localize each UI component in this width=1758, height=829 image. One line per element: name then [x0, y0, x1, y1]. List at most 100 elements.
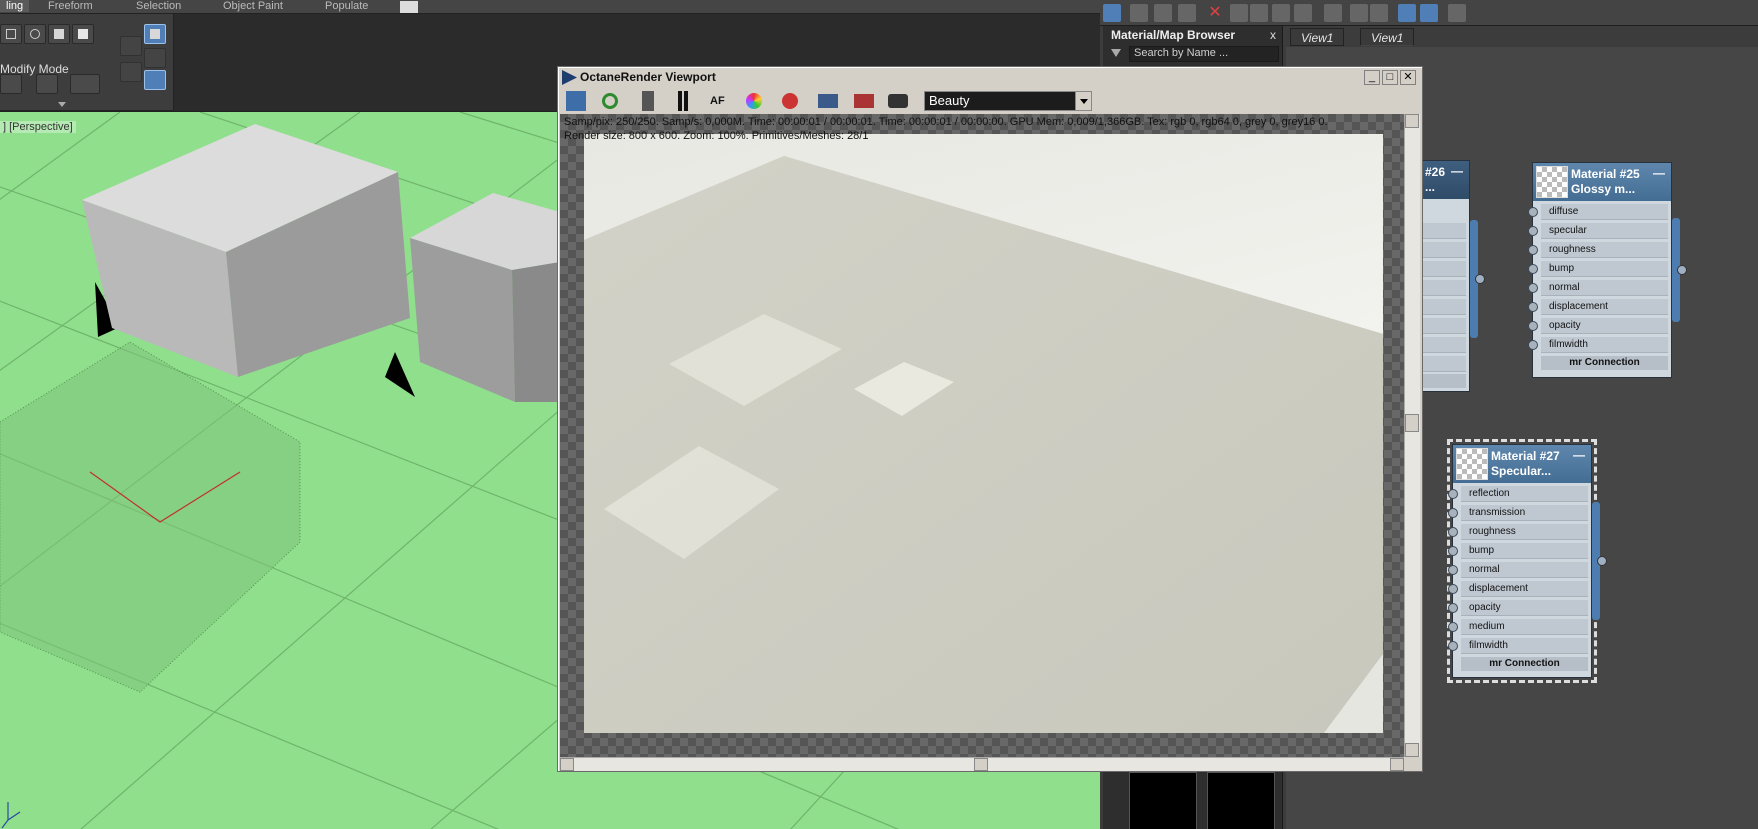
slot-reflection[interactable]: reflection	[1461, 486, 1588, 502]
vertical-scrollbar[interactable]	[1404, 114, 1420, 757]
minimize-button[interactable]: _	[1364, 70, 1380, 85]
input-pin-roughness[interactable]	[1448, 527, 1458, 537]
input-pin-opacity[interactable]	[1448, 603, 1458, 613]
color-picker-icon[interactable]	[746, 93, 762, 109]
autofocus-icon[interactable]: AF	[710, 91, 730, 111]
collapse-button[interactable]	[120, 62, 142, 82]
toggle-parameters-icon[interactable]	[1420, 4, 1438, 22]
node-footer[interactable]: mr Connection	[1461, 657, 1588, 671]
options-icon[interactable]	[1448, 4, 1466, 22]
expand-arrow-icon[interactable]	[58, 102, 66, 107]
assign-material-icon[interactable]	[1178, 4, 1196, 22]
slot-opacity[interactable]: opacity	[1541, 318, 1668, 334]
checker-icon[interactable]	[1294, 4, 1312, 22]
layout-horizontal-icon[interactable]	[1370, 4, 1388, 22]
move-children-icon[interactable]	[1154, 4, 1172, 22]
pause-icon-left[interactable]	[678, 91, 682, 111]
show-end-result-button[interactable]	[144, 70, 166, 90]
viewport-label[interactable]: ] [Perspective]	[0, 121, 76, 133]
send-scene-icon[interactable]	[566, 91, 586, 111]
subobject-edge-button[interactable]	[36, 74, 58, 94]
slot-displacement[interactable]: displacement	[1541, 299, 1668, 315]
slot-filmwidth[interactable]: filmwidth	[1541, 337, 1668, 353]
tab-view1-second[interactable]: View1	[1360, 28, 1415, 46]
input-pin-normal[interactable]	[1448, 565, 1458, 575]
layout-children-icon[interactable]	[1230, 4, 1248, 22]
input-pin-medium[interactable]	[1448, 622, 1458, 632]
input-pin-transmission[interactable]	[1448, 508, 1458, 518]
node-minimize-button[interactable]: —	[1573, 448, 1585, 462]
input-pin-displacement[interactable]	[1528, 302, 1538, 312]
input-pin-bump[interactable]	[1448, 546, 1458, 556]
film-icon[interactable]	[854, 94, 874, 108]
subobject-border-button[interactable]	[70, 74, 100, 94]
node-minimize-button[interactable]: —	[1451, 164, 1463, 178]
slot-roughness[interactable]: roughness	[1541, 242, 1668, 258]
input-pin-bump[interactable]	[1528, 264, 1538, 274]
node-25-output-pin[interactable]	[1677, 265, 1687, 275]
input-pin-filmwidth[interactable]	[1448, 641, 1458, 651]
slot-normal[interactable]: normal	[1461, 562, 1588, 578]
preview-icon[interactable]	[1324, 4, 1342, 22]
slot-medium[interactable]: medium	[1461, 619, 1588, 635]
pick-material-icon[interactable]	[1130, 4, 1148, 22]
input-pin-displacement[interactable]	[1448, 584, 1458, 594]
display-icon[interactable]	[818, 94, 838, 108]
modifier-toggle-button[interactable]	[144, 24, 166, 44]
browser-search-input[interactable]: Search by Name ...	[1129, 46, 1279, 62]
input-pin-reflection[interactable]	[1448, 489, 1458, 499]
input-pin-filmwidth[interactable]	[1528, 340, 1538, 350]
chevron-down-icon[interactable]	[1075, 92, 1091, 110]
slot-roughness[interactable]: roughness	[1461, 524, 1588, 540]
node-footer[interactable]: mr Connection	[1541, 356, 1668, 370]
select-tool-icon[interactable]	[1103, 4, 1121, 22]
slot-filmwidth[interactable]: filmwidth	[1461, 638, 1588, 654]
input-pin-diffuse[interactable]	[1528, 207, 1538, 217]
slot-opacity[interactable]: opacity	[1461, 600, 1588, 616]
loop-tool-button[interactable]	[24, 24, 46, 44]
maximize-button[interactable]: □	[1382, 70, 1398, 85]
node-26-output-pin[interactable]	[1475, 274, 1485, 284]
slot-normal[interactable]: normal	[1541, 280, 1668, 296]
scroll-down-button[interactable]	[1405, 743, 1419, 757]
filter-icon[interactable]	[1111, 49, 1121, 57]
input-pin-specular[interactable]	[1528, 226, 1538, 236]
input-pin-normal[interactable]	[1528, 283, 1538, 293]
ribbon-tab-modeling[interactable]: ling	[0, 0, 30, 12]
vertical-scroll-thumb[interactable]	[1405, 414, 1419, 432]
layout-vertical-icon[interactable]	[1350, 4, 1368, 22]
horizontal-scrollbar[interactable]	[560, 757, 1404, 771]
delete-icon[interactable]: ✕	[1206, 4, 1224, 22]
pause-icon-right[interactable]	[684, 91, 688, 111]
camera-icon[interactable]	[888, 94, 908, 108]
close-button[interactable]: ✕	[1400, 70, 1416, 85]
ribbon-tab-object-paint[interactable]: Object Paint	[223, 0, 283, 12]
show-background-icon[interactable]	[1272, 4, 1290, 22]
material-node-25[interactable]: Material #25 Glossy m... — diffuse specu…	[1528, 162, 1672, 378]
box-tool-button[interactable]	[72, 24, 94, 44]
browser-thumb-2[interactable]	[1207, 772, 1275, 829]
subobject-vertex-button[interactable]	[0, 74, 22, 94]
scroll-up-button[interactable]	[1405, 114, 1419, 128]
scroll-left-button[interactable]	[560, 758, 574, 771]
scroll-right-button[interactable]	[1390, 758, 1404, 771]
ribbon-options-icon[interactable]	[400, 1, 418, 13]
lay-out-all-icon[interactable]	[1250, 4, 1268, 22]
slot-diffuse[interactable]: diffuse	[1541, 204, 1668, 220]
stack-down-button[interactable]	[144, 48, 166, 68]
render-canvas[interactable]: Samp/pix: 250/250. Samp/s: 0,000M. Time:…	[560, 114, 1404, 757]
ribbon-tab-freeform[interactable]: Freeform	[48, 0, 93, 12]
slot-displacement[interactable]: displacement	[1461, 581, 1588, 597]
input-pin-roughness[interactable]	[1528, 245, 1538, 255]
node-27-output-pin[interactable]	[1597, 556, 1607, 566]
slot-bump[interactable]: bump	[1541, 261, 1668, 277]
input-pin-opacity[interactable]	[1528, 321, 1538, 331]
material-node-27[interactable]: Material #27 Specular... — reflection tr…	[1447, 439, 1597, 683]
polygon-tool-button[interactable]	[0, 24, 22, 44]
octane-render-window[interactable]: OctaneRender Viewport _ □ ✕ AF Beauty Sa…	[557, 66, 1423, 772]
stack-up-button[interactable]	[120, 36, 142, 56]
toggle-browser-icon[interactable]	[1398, 4, 1416, 22]
browser-close-icon[interactable]: x	[1270, 28, 1276, 42]
slot-specular[interactable]: specular	[1541, 223, 1668, 239]
render-pass-select[interactable]: Beauty	[924, 91, 1092, 111]
